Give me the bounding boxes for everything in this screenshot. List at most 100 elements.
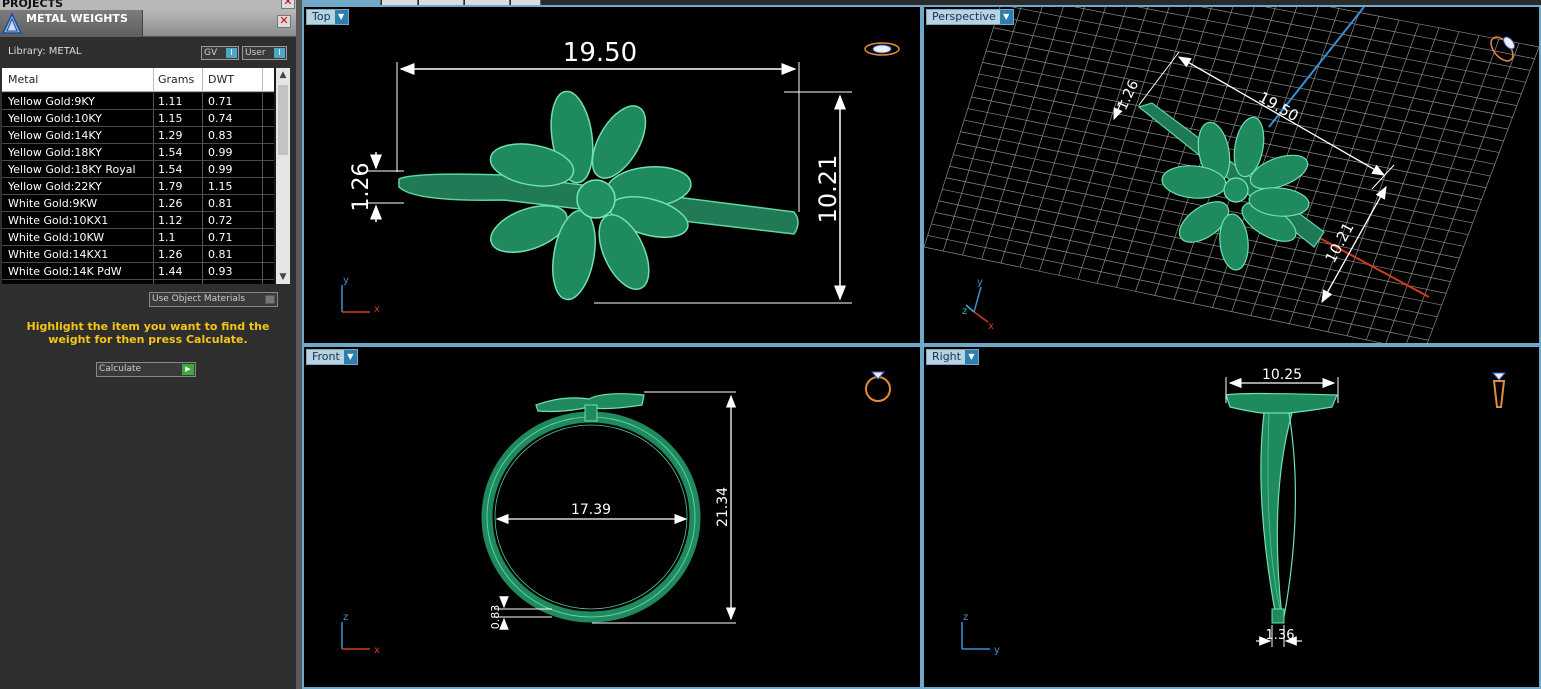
column-divider [202, 127, 203, 144]
scroll-down-icon[interactable]: ▼ [276, 270, 290, 284]
viewport-right[interactable]: 10.25 1.36 z y Right ▼ [922, 345, 1541, 689]
cell-metal: Yellow Gold:22KY [8, 180, 102, 193]
use-object-materials-checkbox[interactable]: Use Object Materials [149, 292, 278, 307]
column-divider [153, 280, 154, 284]
metal-weights-panel: PROJECTS ✕ METAL WEIGHTS ✕ Library: META… [0, 0, 296, 689]
table-row[interactable]: White Gold:14KX1 1.26 0.81 [2, 246, 274, 263]
axis-x-label: x [988, 321, 994, 332]
panel-tab[interactable]: METAL WEIGHTS [0, 10, 143, 37]
top-view-canvas: 19.50 10.21 1.26 y x [341, 38, 900, 315]
column-divider [202, 68, 203, 92]
table-row[interactable]: Yellow Gold:14KY 1.29 0.83 [2, 127, 274, 144]
grid-line [1346, 31, 1460, 336]
user-toggle[interactable]: User I [242, 46, 287, 60]
right-view-canvas: 10.25 1.36 z y [961, 367, 1507, 656]
close-panel-button[interactable]: ✕ [277, 15, 291, 28]
viewport-menu-dropdown-icon[interactable]: ▼ [334, 10, 348, 24]
cell-dwt: 0.71 [208, 231, 233, 244]
cell-dwt: 1.15 [208, 180, 233, 193]
axis-z-label: z [343, 612, 348, 623]
viewport-label-perspective[interactable]: Perspective ▼ [926, 9, 1014, 25]
top-band-label: 1.26 [349, 163, 374, 212]
checkbox-icon [265, 295, 275, 304]
grid-line [1329, 7, 1539, 48]
viewport-top-title: Top [312, 10, 331, 23]
front-view-canvas: 21.34 17.39 0.83 z x [341, 371, 891, 656]
column-divider [202, 144, 203, 161]
grid-line [1077, 7, 1170, 280]
viewport-right-title: Right [932, 350, 961, 363]
viewport-menu-dropdown-icon[interactable]: ▼ [964, 350, 978, 364]
grid-line [942, 7, 1022, 252]
cell-grams: 1.19 [158, 282, 183, 284]
table-row[interactable]: Yellow Gold:22KY 1.79 1.15 [2, 178, 274, 195]
viewport-label-right[interactable]: Right ▼ [926, 349, 979, 365]
table-row[interactable]: Yellow Gold:10KY 1.15 0.74 [2, 110, 274, 127]
calculate-button[interactable]: Calculate ▶ [96, 362, 196, 377]
viewport-menu-dropdown-icon[interactable]: ▼ [343, 350, 357, 364]
top-length-label: 19.50 [563, 38, 637, 68]
table-row[interactable]: White Gold:14K PdW 1.44 0.93 [2, 263, 274, 280]
grid-line [1058, 7, 1149, 276]
front-height-label: 21.34 [715, 487, 731, 527]
column-divider [202, 280, 203, 284]
metal-weights-table: Metal Grams DWT Yellow Gold:9KY 1.11 0.71 Y… [2, 68, 290, 284]
table-row[interactable]: White Gold:9KW 1.26 0.81 [2, 195, 274, 212]
front-inner-label: 17.39 [571, 502, 611, 518]
view-orientation-ring-icon[interactable] [865, 371, 891, 402]
top-axis-indicator: y x [341, 275, 380, 315]
cell-dwt: 0.99 [208, 146, 233, 159]
viewport-label-front[interactable]: Front ▼ [306, 349, 358, 365]
table-row[interactable]: White Gold:10KX1 1.12 0.72 [2, 212, 274, 229]
view-orientation-ring-icon[interactable] [1491, 372, 1507, 408]
gv-label: GV [204, 48, 218, 58]
view-orientation-ring-icon[interactable] [864, 42, 900, 56]
gv-toggle[interactable]: GV I [201, 46, 239, 60]
table-row[interactable]: White Gold:10KW 1.1 0.71 [2, 229, 274, 246]
cell-metal: White Gold:10KX1 [8, 214, 109, 227]
column-divider [153, 161, 154, 178]
table-row[interactable]: Yellow Gold:18KY Royal 1.54 0.99 [2, 161, 274, 178]
table-row[interactable]: White Gold:14KW 1.19 0.76 [2, 280, 274, 284]
table-header: Metal Grams DWT [2, 68, 274, 92]
cell-grams: 1.1 [158, 231, 176, 244]
scroll-thumb[interactable] [278, 85, 288, 155]
cell-grams: 1.11 [158, 95, 183, 108]
column-divider [262, 178, 263, 195]
grid-line [1200, 7, 1531, 71]
cell-metal: White Gold:14K PdW [8, 265, 122, 278]
cell-metal: Yellow Gold:18KY [8, 146, 102, 159]
viewport-menu-dropdown-icon[interactable]: ▼ [999, 10, 1013, 24]
top-width-label: 10.21 [814, 155, 842, 224]
grid-line [1264, 7, 1535, 60]
cell-dwt: 0.76 [208, 282, 233, 284]
cell-metal: Yellow Gold:10KY [8, 112, 102, 125]
axis-z-label: z [963, 612, 968, 623]
column-header-dwt[interactable]: DWT [208, 73, 234, 86]
persp-axis-indicator: y z x [962, 277, 994, 332]
table-row[interactable]: Yellow Gold:9KY 1.11 0.71 [2, 93, 274, 110]
cell-dwt: 0.71 [208, 95, 233, 108]
grid-line [1406, 43, 1520, 343]
table-scrollbar[interactable]: ▲ ▼ [276, 68, 290, 284]
column-divider [262, 127, 263, 144]
scroll-up-icon[interactable]: ▲ [276, 68, 290, 82]
close-projects-button[interactable]: ✕ [281, 0, 295, 9]
cell-grams: 1.79 [158, 180, 183, 193]
viewport-perspective[interactable]: 19.50 10.21 1.26 y z x Perspective ▼ [922, 5, 1541, 345]
viewport-label-top[interactable]: Top ▼ [306, 9, 349, 25]
viewport-front[interactable]: 21.34 17.39 0.83 z x Front ▼ [302, 345, 922, 689]
table-row[interactable]: Yellow Gold:18KY 1.54 0.99 [2, 144, 274, 161]
column-divider [202, 195, 203, 212]
cell-grams: 1.54 [158, 163, 183, 176]
column-divider [262, 110, 263, 127]
cell-dwt: 0.83 [208, 129, 233, 142]
viewport-top[interactable]: 19.50 10.21 1.26 y x Top ▼ [302, 5, 922, 345]
grid-line [962, 7, 1043, 256]
cell-metal: Yellow Gold:14KY [8, 129, 102, 142]
grid-line [924, 7, 1001, 248]
column-header-grams[interactable]: Grams [158, 73, 194, 86]
column-header-metal[interactable]: Metal [8, 73, 38, 86]
metal-weights-logo-icon [1, 12, 23, 34]
library-label: Library: METAL [8, 46, 82, 57]
